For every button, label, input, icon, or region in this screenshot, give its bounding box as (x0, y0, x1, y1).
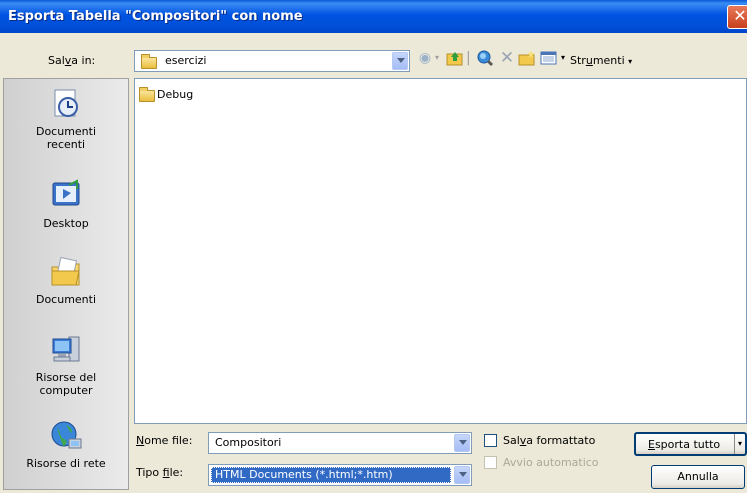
save-in-label: Salva in: (48, 54, 96, 67)
dialog-title: Esporta Tabella "Compositori" con nome (8, 9, 303, 24)
place-recent-documents[interactable]: Documenti recenti (4, 87, 128, 151)
place-my-documents[interactable]: Documenti (4, 255, 128, 306)
place-my-computer[interactable]: Risorse del computer (4, 333, 128, 397)
autostart-checkbox[interactable] (484, 456, 497, 469)
place-desktop-label: Desktop (43, 217, 89, 230)
desktop-icon (49, 179, 83, 213)
filename-dropdown-button[interactable] (454, 434, 470, 452)
place-my-computer-label: Risorse del (35, 371, 97, 384)
folder-icon (141, 54, 157, 69)
my-computer-icon (49, 333, 83, 367)
save-in-value: esercizi (165, 54, 207, 67)
places-bar: Documenti recenti Desktop Documenti Riso… (3, 78, 129, 490)
place-my-computer-label-2: computer (39, 384, 93, 397)
export-all-button[interactable]: Esporta tutto ▾ (634, 432, 747, 456)
filetype-dropdown-button[interactable] (454, 466, 470, 484)
export-all-label: Esporta tutto (648, 438, 721, 451)
delete-icon[interactable]: ✕ (498, 49, 516, 67)
cancel-button[interactable]: Annulla (651, 465, 745, 489)
toolbar-separator: | (466, 50, 471, 66)
folder-icon (139, 87, 155, 102)
my-documents-icon (49, 255, 83, 289)
tools-menu[interactable]: Strumenti ▾ (570, 54, 632, 67)
close-icon: ✕ (733, 6, 747, 25)
filetype-value: HTML Documents (*.html;*.htm) (215, 468, 393, 481)
filename-input[interactable]: Compositori (215, 436, 281, 449)
save-formatted-checkbox[interactable] (484, 434, 497, 447)
place-recent-documents-label-2: recenti (46, 138, 86, 151)
filetype-label: Tipo file: (136, 466, 184, 479)
export-dialog: Esporta Tabella "Compositori" con nome ✕… (0, 0, 747, 493)
new-folder-icon[interactable] (518, 49, 536, 67)
place-network[interactable]: Risorse di rete (4, 419, 128, 470)
save-in-dropdown-button[interactable] (392, 52, 408, 70)
autostart-label: Avvio automatico (503, 456, 599, 469)
file-name: Debug (157, 88, 194, 101)
tools-dropdown-icon: ▾ (628, 57, 633, 66)
export-all-dropdown-icon[interactable]: ▾ (734, 434, 745, 454)
place-recent-documents-label: Documenti (35, 125, 97, 138)
filetype-combo[interactable]: HTML Documents (*.html;*.htm) (208, 464, 472, 486)
place-my-documents-label: Documenti (35, 293, 97, 306)
place-network-label: Risorse di rete (26, 457, 106, 470)
filename-combo[interactable]: Compositori (208, 432, 472, 454)
close-button[interactable]: ✕ (727, 5, 747, 29)
search-web-icon[interactable] (476, 49, 494, 67)
file-list[interactable]: Debug (134, 78, 747, 424)
save-in-combo[interactable]: esercizi (134, 50, 410, 72)
network-places-icon (49, 419, 83, 453)
up-folder-icon[interactable] (446, 49, 464, 67)
save-formatted-label: Salva formattato (503, 434, 596, 447)
filename-label: Nome file: (136, 434, 193, 447)
views-icon[interactable] (540, 49, 558, 67)
back-dropdown-icon[interactable]: ▾ (432, 49, 442, 67)
place-desktop[interactable]: Desktop (4, 179, 128, 230)
recent-documents-icon (49, 87, 83, 121)
title-bar: Esporta Tabella "Compositori" con nome ✕ (0, 0, 747, 33)
views-dropdown-icon[interactable]: ▾ (558, 49, 568, 67)
